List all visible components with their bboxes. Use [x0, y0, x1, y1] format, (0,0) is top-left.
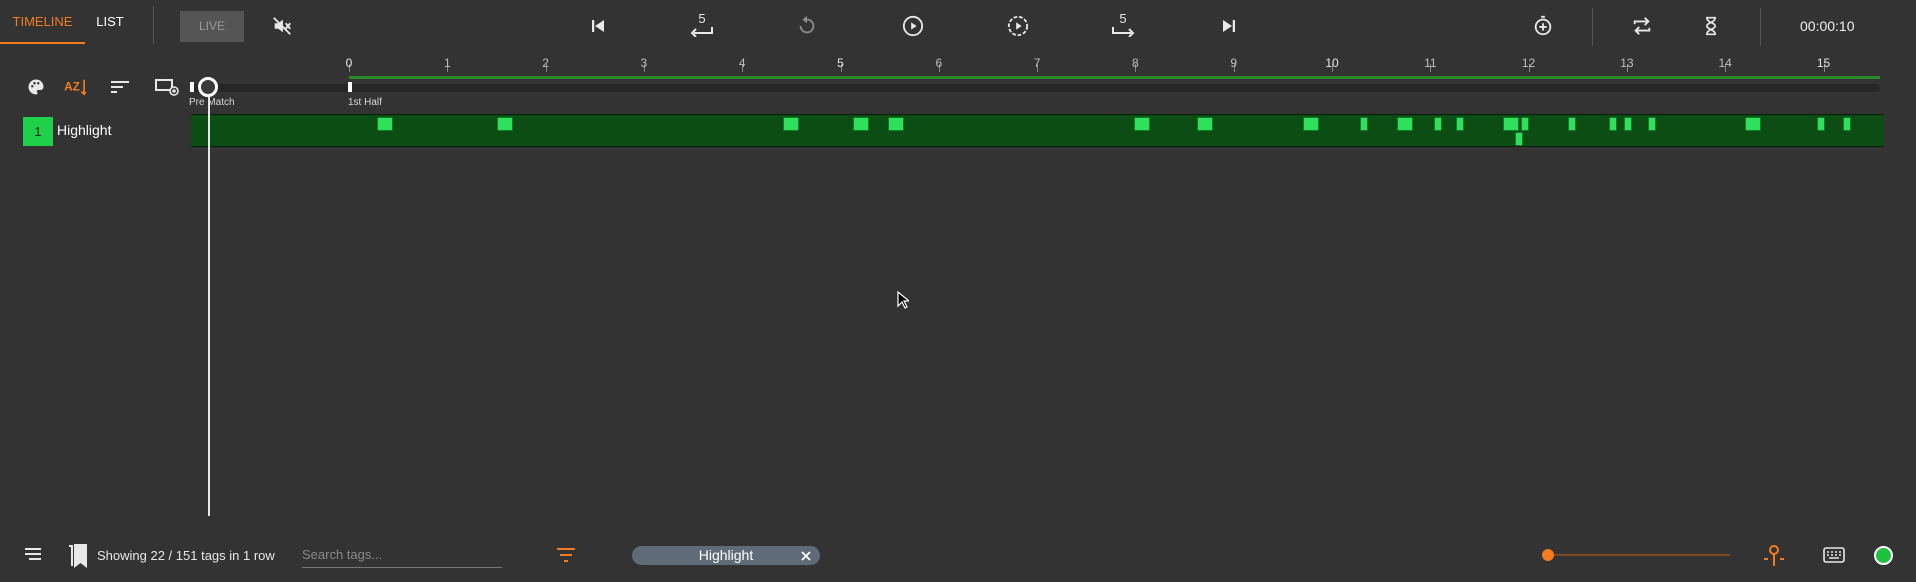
ruler-tick-label: 15	[1816, 56, 1831, 70]
tab-timeline[interactable]: TIMELINE	[0, 0, 85, 44]
forward-5-label: 5	[1119, 10, 1127, 26]
ruler-tick-label: 7	[1033, 56, 1041, 70]
playhead-line	[208, 96, 210, 516]
phase-marker-1st-half[interactable]	[348, 82, 352, 92]
palette-icon[interactable]	[21, 72, 51, 102]
zoom-slider-handle[interactable]	[1542, 549, 1554, 561]
toolbar-divider	[1760, 8, 1761, 46]
ruler-tick-label: 10	[1325, 56, 1339, 70]
keyboard-icon[interactable]	[1823, 547, 1845, 568]
ruler-tick-label: 13	[1620, 56, 1634, 70]
ruler-tick-label: 0	[345, 56, 353, 70]
tab-list[interactable]: LIST	[85, 0, 135, 44]
rewind-5-label: 5	[698, 10, 706, 26]
highlight-clip[interactable]	[1134, 117, 1151, 131]
toolbar-divider	[1592, 8, 1593, 46]
highlight-clip[interactable]	[1514, 132, 1523, 146]
play-dashed-icon[interactable]	[1000, 8, 1036, 44]
ruler-tick-label: 4	[738, 56, 746, 70]
phase-marker-pre-match[interactable]	[190, 82, 194, 92]
connection-status-indicator	[1874, 546, 1893, 565]
highlight-clip[interactable]	[497, 117, 514, 131]
loop-icon[interactable]	[1624, 8, 1660, 44]
bookmarks-icon[interactable]	[66, 542, 90, 575]
phase-label-1st-half: 1st Half	[348, 97, 382, 108]
add-row-icon[interactable]	[152, 72, 182, 102]
highlight-clip[interactable]	[1647, 117, 1656, 131]
highlight-clip[interactable]	[1843, 117, 1852, 131]
time-display: 00:00:10	[1800, 18, 1855, 34]
highlight-clip[interactable]	[1197, 117, 1214, 131]
ruler-tick-label: 8	[1132, 56, 1139, 70]
rewind-arrow-icon	[690, 26, 713, 37]
skip-end-icon[interactable]	[1211, 8, 1247, 44]
highlight-clip[interactable]	[887, 117, 904, 131]
mute-icon[interactable]	[264, 8, 300, 44]
highlight-clip[interactable]	[1520, 117, 1529, 131]
progress-track[interactable]	[190, 84, 1880, 92]
sort-lines-icon[interactable]	[105, 72, 135, 102]
rewind-5-button[interactable]: 5	[684, 6, 720, 42]
ruler-tick-label: 2	[542, 56, 549, 70]
ruler-tick-label: 1	[443, 56, 451, 70]
svg-text:AZ: AZ	[64, 80, 80, 94]
highlight-clip[interactable]	[1455, 117, 1464, 131]
menu-icon[interactable]	[24, 546, 42, 567]
filter-icon[interactable]	[556, 546, 576, 569]
highlight-clip[interactable]	[1744, 117, 1761, 131]
zoom-slider-track[interactable]	[1548, 554, 1730, 556]
ruler-tick-label: 5	[837, 56, 844, 70]
replay-icon[interactable]	[789, 8, 825, 44]
highlight-clip[interactable]	[1396, 117, 1413, 131]
highlight-clip[interactable]	[1434, 117, 1443, 131]
live-button[interactable]: LIVE	[180, 11, 244, 42]
ruler-tick-label: 14	[1718, 56, 1732, 70]
filter-chip-label: Highlight	[698, 547, 754, 563]
forward-5-button[interactable]: 5	[1105, 6, 1141, 42]
highlight-clip[interactable]	[853, 117, 870, 131]
ruler-tick-label: 6	[935, 56, 943, 70]
close-icon[interactable]	[798, 546, 814, 565]
sort-az-icon[interactable]: AZ	[60, 72, 90, 102]
playhead-handle[interactable]	[198, 77, 218, 97]
row-index-badge[interactable]: 1	[23, 117, 53, 146]
highlight-clip[interactable]	[1503, 117, 1520, 131]
forward-arrow-icon	[1112, 26, 1135, 37]
row-name[interactable]: Highlight	[57, 122, 111, 138]
phase-label-pre-match: Pre Match	[189, 97, 235, 108]
highlight-clip[interactable]	[1567, 117, 1576, 131]
ruler-tick-label: 11	[1424, 56, 1437, 70]
highlight-clip[interactable]	[1623, 117, 1632, 131]
search-tags-input[interactable]	[302, 542, 502, 568]
toolbar-divider	[153, 6, 154, 44]
add-marker-icon[interactable]	[1525, 8, 1561, 44]
row-track[interactable]	[191, 114, 1884, 147]
ruler-tick-label: 3	[640, 56, 648, 70]
filter-chip-highlight[interactable]: Highlight	[632, 546, 820, 565]
progress-fill	[349, 76, 1880, 79]
highlight-clip[interactable]	[1359, 117, 1368, 131]
highlight-clip[interactable]	[1609, 117, 1618, 131]
highlight-clip[interactable]	[1303, 117, 1320, 131]
mouse-cursor-icon	[897, 290, 911, 314]
highlight-clip[interactable]	[1816, 117, 1825, 131]
skip-start-icon[interactable]	[580, 8, 616, 44]
highlight-clip[interactable]	[782, 117, 799, 131]
ruler-tick-label: 12	[1521, 56, 1536, 70]
highlight-clip[interactable]	[376, 117, 393, 131]
tag-count-status: Showing 22 / 151 tags in 1 row	[97, 548, 275, 563]
play-icon[interactable]	[895, 8, 931, 44]
hourglass-icon[interactable]	[1693, 8, 1729, 44]
ruler-tick-label: 9	[1230, 56, 1238, 70]
pin-target-icon[interactable]	[1760, 541, 1788, 574]
